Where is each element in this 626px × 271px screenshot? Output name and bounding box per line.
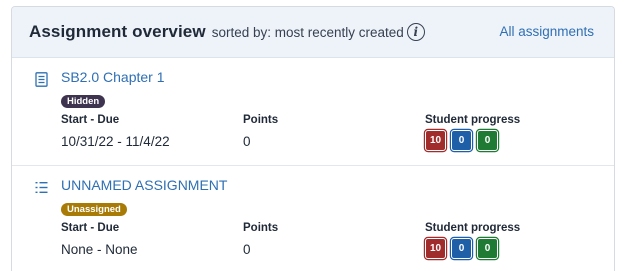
assignment-overview-card: Assignment overview sorted by: most rece… xyxy=(11,6,615,271)
start-due-label: Start - Due xyxy=(61,222,120,234)
points-label: Points xyxy=(243,222,279,234)
progress-not-started-count[interactable]: 10 xyxy=(425,238,446,259)
list-icon xyxy=(35,182,48,193)
points-label: Points xyxy=(243,114,279,126)
status-badge: Unassigned xyxy=(61,203,127,216)
start-due-value: 10/31/22 - 11/4/22 xyxy=(61,134,170,149)
progress-completed-count[interactable]: 0 xyxy=(477,130,498,151)
progress-in-progress-count[interactable]: 0 xyxy=(451,238,472,259)
assignment-row: SB2.0 Chapter 1 Hidden Start - Due Point… xyxy=(12,58,614,166)
progress-not-started-count[interactable]: 10 xyxy=(425,130,446,151)
card-title: Assignment overview xyxy=(29,22,206,41)
start-due-label: Start - Due xyxy=(61,114,120,126)
assignment-name-link[interactable]: UNNAMED ASSIGNMENT xyxy=(61,177,227,193)
all-assignments-link[interactable]: All assignments xyxy=(499,24,594,39)
assignment-row: UNNAMED ASSIGNMENT Unassigned Start - Du… xyxy=(12,166,614,271)
document-icon xyxy=(35,72,48,87)
info-icon[interactable]: i xyxy=(406,23,425,41)
sort-label: sorted by: most recently created xyxy=(211,24,404,40)
points-value: 0 xyxy=(243,242,251,257)
points-value: 0 xyxy=(243,134,251,149)
card-header: Assignment overview sorted by: most rece… xyxy=(12,7,614,58)
assignment-name-link[interactable]: SB2.0 Chapter 1 xyxy=(61,69,165,85)
student-progress-label: Student progress xyxy=(425,222,521,234)
progress-completed-count[interactable]: 0 xyxy=(477,238,498,259)
start-due-value: None - None xyxy=(61,242,138,257)
progress-in-progress-count[interactable]: 0 xyxy=(451,130,472,151)
student-progress: 10 0 0 xyxy=(425,238,498,259)
student-progress: 10 0 0 xyxy=(425,130,498,151)
status-badge: Hidden xyxy=(61,95,106,108)
student-progress-label: Student progress xyxy=(425,114,521,126)
